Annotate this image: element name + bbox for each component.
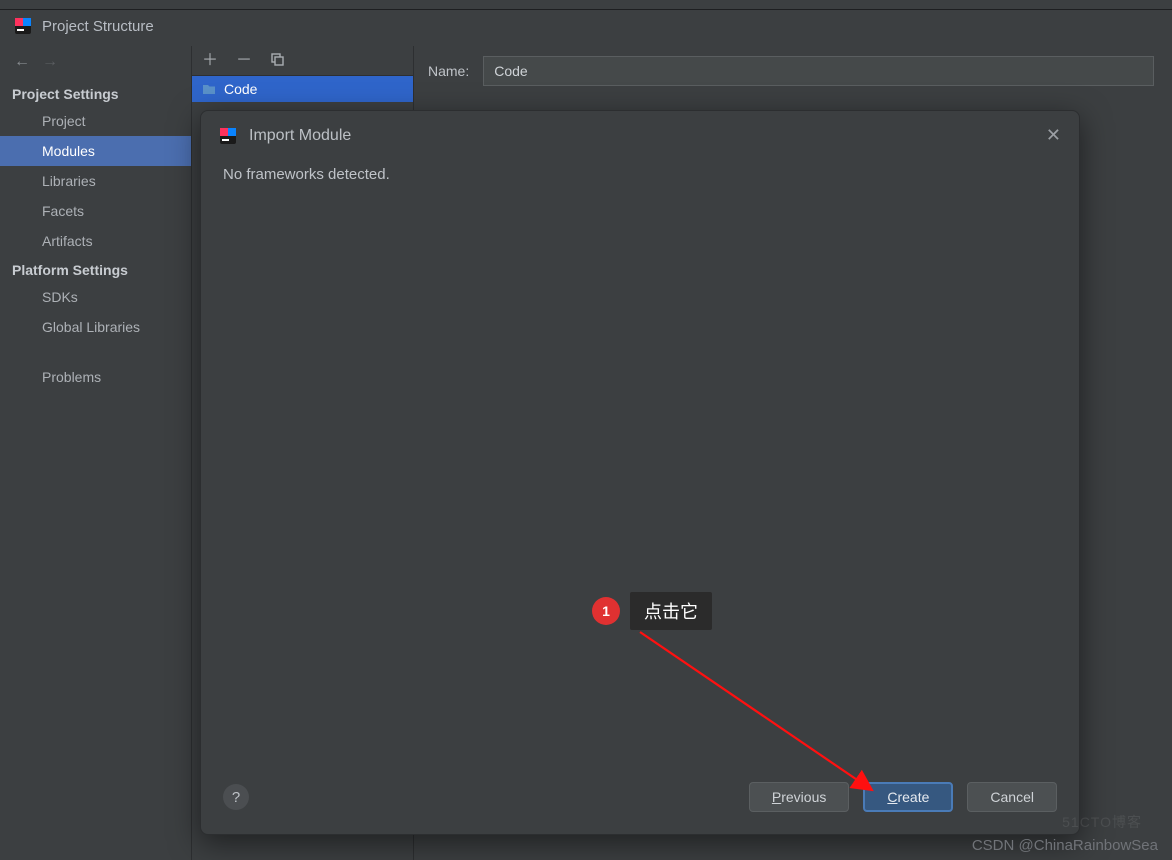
sidebar-item-modules[interactable]: Modules xyxy=(0,136,191,166)
sidebar-item-global-libraries[interactable]: Global Libraries xyxy=(0,312,191,342)
os-titlebar xyxy=(0,0,1172,10)
annotation-label: 点击它 xyxy=(630,592,712,630)
module-folder-icon xyxy=(202,82,216,96)
add-module-icon[interactable]: ＋ xyxy=(202,53,218,69)
create-label: reate xyxy=(897,789,929,805)
dialog-footer: ? Previous Create Cancel xyxy=(201,766,1079,834)
section-project-settings: Project Settings xyxy=(0,80,191,106)
nav-back-icon[interactable]: ← xyxy=(14,53,30,71)
remove-module-icon[interactable]: － xyxy=(236,53,252,69)
nav-forward-icon: → xyxy=(42,53,58,71)
sidebar-item-problems[interactable]: Problems xyxy=(0,362,191,392)
copy-module-icon[interactable] xyxy=(270,52,284,70)
annotation-callout: 1 点击它 xyxy=(592,592,712,630)
cancel-label: Cancel xyxy=(990,789,1034,805)
previous-label: revious xyxy=(781,789,826,805)
window-header: Project Structure xyxy=(0,10,1172,46)
annotation-number: 1 xyxy=(592,597,620,625)
sidebar-item-libraries[interactable]: Libraries xyxy=(0,166,191,196)
module-name-row: Name: xyxy=(414,46,1172,96)
import-module-dialog: Import Module ✕ No frameworks detected. … xyxy=(200,110,1080,835)
sidebar-item-project[interactable]: Project xyxy=(0,106,191,136)
dialog-message: No frameworks detected. xyxy=(223,166,390,183)
app-icon xyxy=(14,17,32,35)
help-button[interactable]: ? xyxy=(223,784,249,810)
dialog-title: Import Module xyxy=(249,127,351,145)
sidebar-item-sdks[interactable]: SDKs xyxy=(0,282,191,312)
watermark-faint: 51CTO博客 xyxy=(1062,812,1142,832)
dialog-header: Import Module ✕ xyxy=(201,111,1079,160)
cancel-button[interactable]: Cancel xyxy=(967,782,1057,812)
module-item-label: Code xyxy=(224,81,257,97)
nav-history: ← → xyxy=(0,46,191,80)
watermark: CSDN @ChinaRainbowSea xyxy=(972,837,1158,854)
dialog-body: No frameworks detected. xyxy=(201,160,1079,766)
modules-toolbar: ＋ － xyxy=(192,46,413,76)
close-icon[interactable]: ✕ xyxy=(1046,125,1061,146)
sidebar: ← → Project Settings Project Modules Lib… xyxy=(0,46,192,860)
section-platform-settings: Platform Settings xyxy=(0,256,191,282)
create-button[interactable]: Create xyxy=(863,782,953,812)
dialog-app-icon xyxy=(219,127,237,145)
name-label: Name: xyxy=(428,63,469,79)
module-name-input[interactable] xyxy=(483,56,1154,86)
sidebar-item-facets[interactable]: Facets xyxy=(0,196,191,226)
window-title: Project Structure xyxy=(42,18,154,35)
previous-button[interactable]: Previous xyxy=(749,782,849,812)
module-item-code[interactable]: Code xyxy=(192,76,413,102)
sidebar-item-artifacts[interactable]: Artifacts xyxy=(0,226,191,256)
